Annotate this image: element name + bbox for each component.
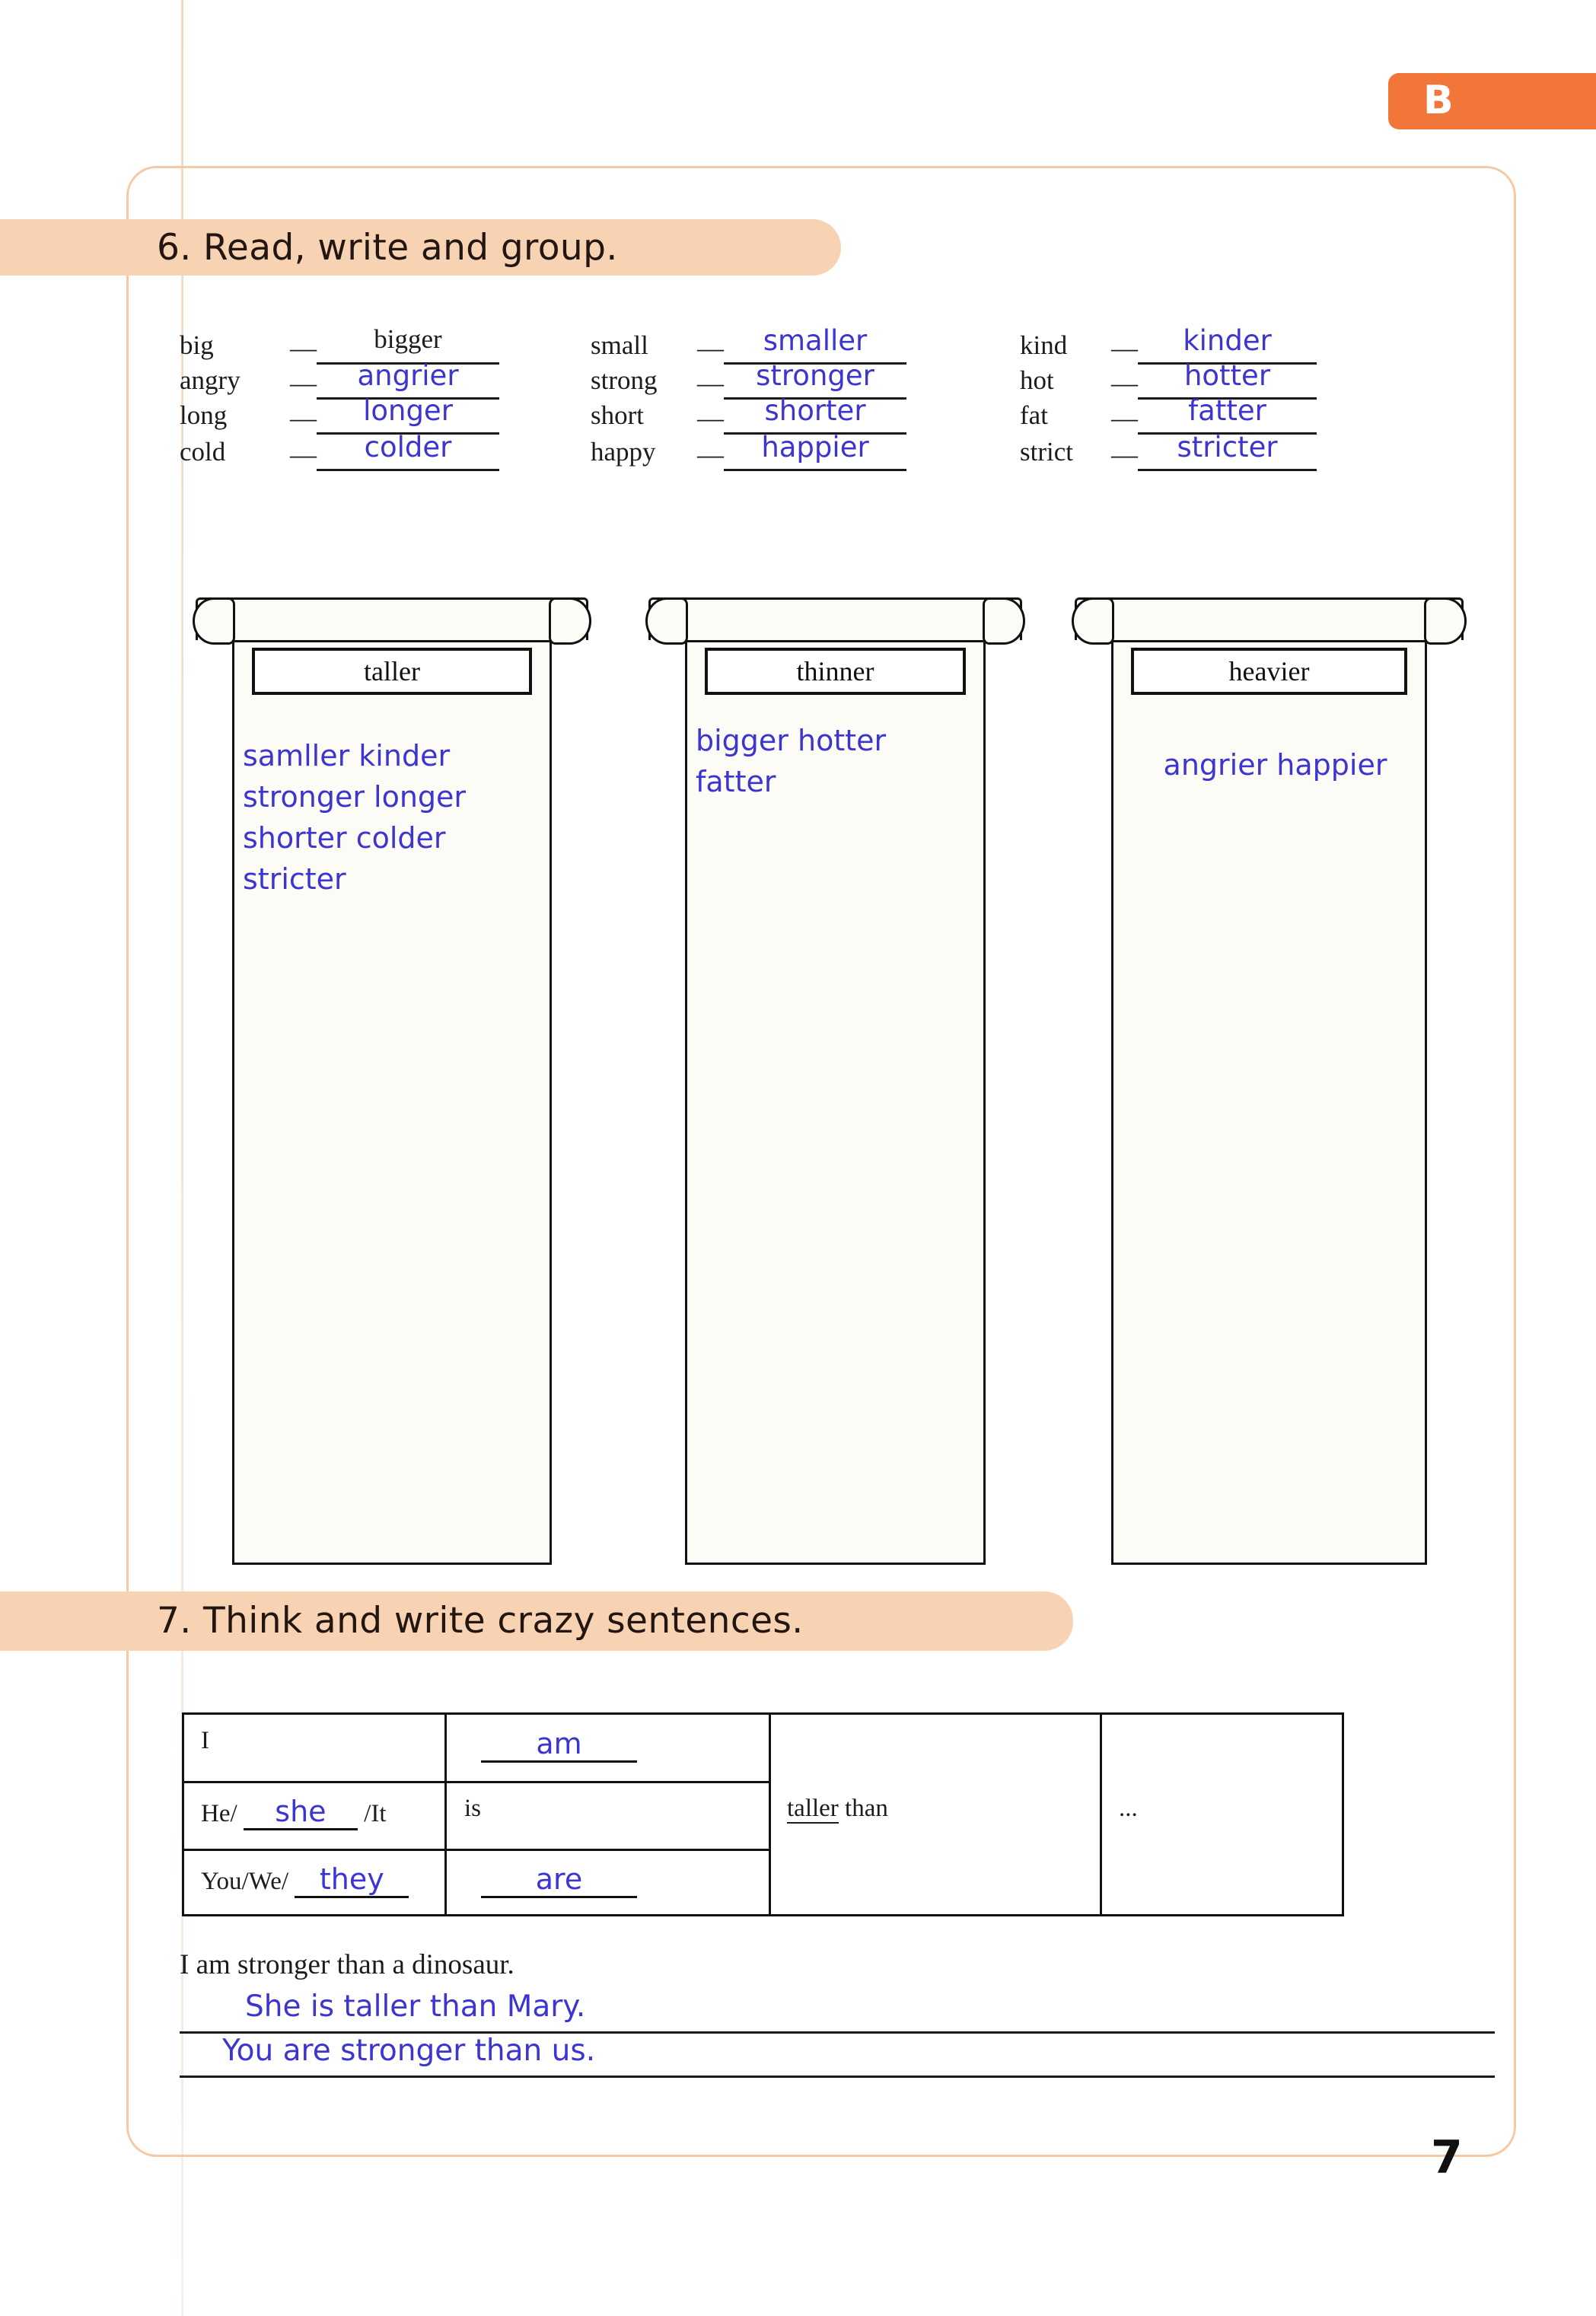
comparative-answer: shorter — [764, 394, 866, 427]
table-divider-2 — [769, 1715, 771, 1914]
group-title: thinner — [796, 656, 874, 687]
verb-answer: are — [535, 1862, 583, 1896]
comparative-word: taller — [787, 1795, 839, 1824]
pair-dash: — — [1111, 440, 1138, 470]
exercise7-heading-band: 7. Think and write crazy sentences. — [0, 1591, 1073, 1651]
table-subject-cell[interactable]: You/We/ they — [201, 1862, 409, 1898]
table-divider-1 — [444, 1715, 447, 1914]
page-number: 7 — [1431, 2131, 1463, 2184]
verb-blank[interactable]: are — [481, 1862, 637, 1898]
group-title: heavier — [1228, 656, 1310, 687]
group-word-line: bigger hotter — [696, 724, 887, 757]
exercise7-heading: 7. Think and write crazy sentences. — [157, 1600, 804, 1642]
exercise6-heading-band: 6. Read, write and group. — [0, 219, 841, 276]
comparative-blank[interactable]: happier — [724, 431, 906, 471]
example-sentence: I am stronger than a dinosaur. — [180, 1949, 514, 1980]
scroll-curl-right-icon — [1424, 597, 1467, 645]
comparative-answer: stronger — [756, 359, 874, 392]
subject-blank[interactable]: she — [243, 1795, 358, 1830]
table-row-divider-1 — [184, 1781, 769, 1783]
table-comparative-cell[interactable]: taller than — [787, 1795, 888, 1824]
scroll-curl-left-icon — [645, 597, 688, 645]
subject-suffix: /It — [364, 1800, 387, 1827]
word-pair: strict — stricter — [1020, 426, 1317, 472]
table-verb-cell[interactable]: is — [464, 1795, 481, 1823]
scroll-banner-top — [648, 597, 1022, 640]
writing-line-2[interactable] — [180, 2075, 1495, 2078]
table-verb-cell[interactable]: are — [481, 1862, 637, 1898]
group-word-list: bigger hotter fatter — [696, 725, 981, 808]
group-word-line: samller kinder — [243, 739, 451, 773]
group-title-box: thinner — [705, 648, 966, 695]
scroll-banner-top — [1075, 597, 1464, 640]
comparative-answer: longer — [363, 394, 453, 427]
adjective-base: strict — [1020, 437, 1073, 467]
table-row-divider-2 — [184, 1849, 769, 1851]
pair-dash: — — [290, 440, 317, 470]
group-word-list: samller kinder stronger longer shorter col… — [243, 739, 547, 905]
group-word-line: angrier happier — [1163, 748, 1387, 782]
group-title-box: heavier — [1131, 648, 1407, 695]
comparative-answer: happier — [761, 431, 869, 464]
scroll-curl-right-icon — [549, 597, 591, 645]
verb-blank[interactable]: am — [481, 1727, 637, 1763]
group-word-line: fatter — [696, 765, 776, 799]
group-word-line: shorter colder — [243, 821, 446, 855]
word-pair: cold — colder — [180, 426, 499, 472]
comparative-answer: fatter — [1188, 394, 1266, 427]
group-title-box: taller — [252, 648, 532, 695]
comparative-blank[interactable]: colder — [317, 431, 499, 471]
scroll-curl-right-icon — [983, 597, 1025, 645]
comparative-answer: stricter — [1177, 431, 1278, 464]
exercise6-heading: 6. Read, write and group. — [157, 227, 618, 269]
group-title: taller — [364, 656, 420, 687]
subject-prefix: You/We/ — [201, 1868, 289, 1895]
group-word-line: stricter — [243, 862, 346, 897]
comparative-answer: bigger — [374, 324, 442, 354]
subject-prefix: I — [201, 1727, 209, 1754]
section-badge-label: B — [1423, 78, 1454, 123]
comparative-answer: hotter — [1183, 359, 1271, 392]
comparative-answer: angrier — [357, 359, 459, 392]
table-subject-cell[interactable]: I — [201, 1727, 209, 1755]
table-verb-cell[interactable]: am — [481, 1727, 637, 1763]
section-badge: B — [1388, 73, 1596, 129]
adjective-base: cold — [180, 437, 226, 467]
group-word-line: stronger longer — [243, 780, 467, 814]
group-word-list: angrier happier — [1125, 748, 1426, 791]
subject-answer: she — [275, 1795, 327, 1828]
verb-printed: is — [464, 1795, 482, 1822]
table-divider-3 — [1100, 1715, 1102, 1914]
comparative-blank[interactable]: stricter — [1138, 431, 1317, 471]
comparative-answer: colder — [364, 431, 452, 464]
written-sentence-2[interactable]: You are stronger than us. — [222, 2034, 595, 2068]
scroll-curl-left-icon — [193, 597, 235, 645]
subject-blank[interactable]: they — [295, 1862, 409, 1898]
pair-dash: — — [697, 440, 724, 470]
written-sentence-1[interactable]: She is taller than Mary. — [245, 1989, 585, 2024]
comparative-answer: smaller — [763, 324, 868, 357]
scroll-curl-left-icon — [1072, 597, 1114, 645]
than-word: than — [845, 1795, 888, 1822]
table-subject-cell[interactable]: He/ she /It — [201, 1795, 386, 1830]
scroll-banner-top — [196, 597, 588, 640]
word-pair: happy — happier — [591, 426, 906, 472]
adjective-base: happy — [591, 437, 656, 467]
verb-answer: am — [536, 1727, 582, 1760]
subject-prefix: He/ — [201, 1800, 237, 1827]
table-object-cell[interactable]: ... — [1119, 1795, 1138, 1823]
subject-answer: they — [319, 1862, 384, 1896]
comparative-answer: kinder — [1183, 324, 1272, 357]
sentence-builder-table: Iam He/ she /It is taller than... You/We/ th… — [182, 1712, 1344, 1916]
